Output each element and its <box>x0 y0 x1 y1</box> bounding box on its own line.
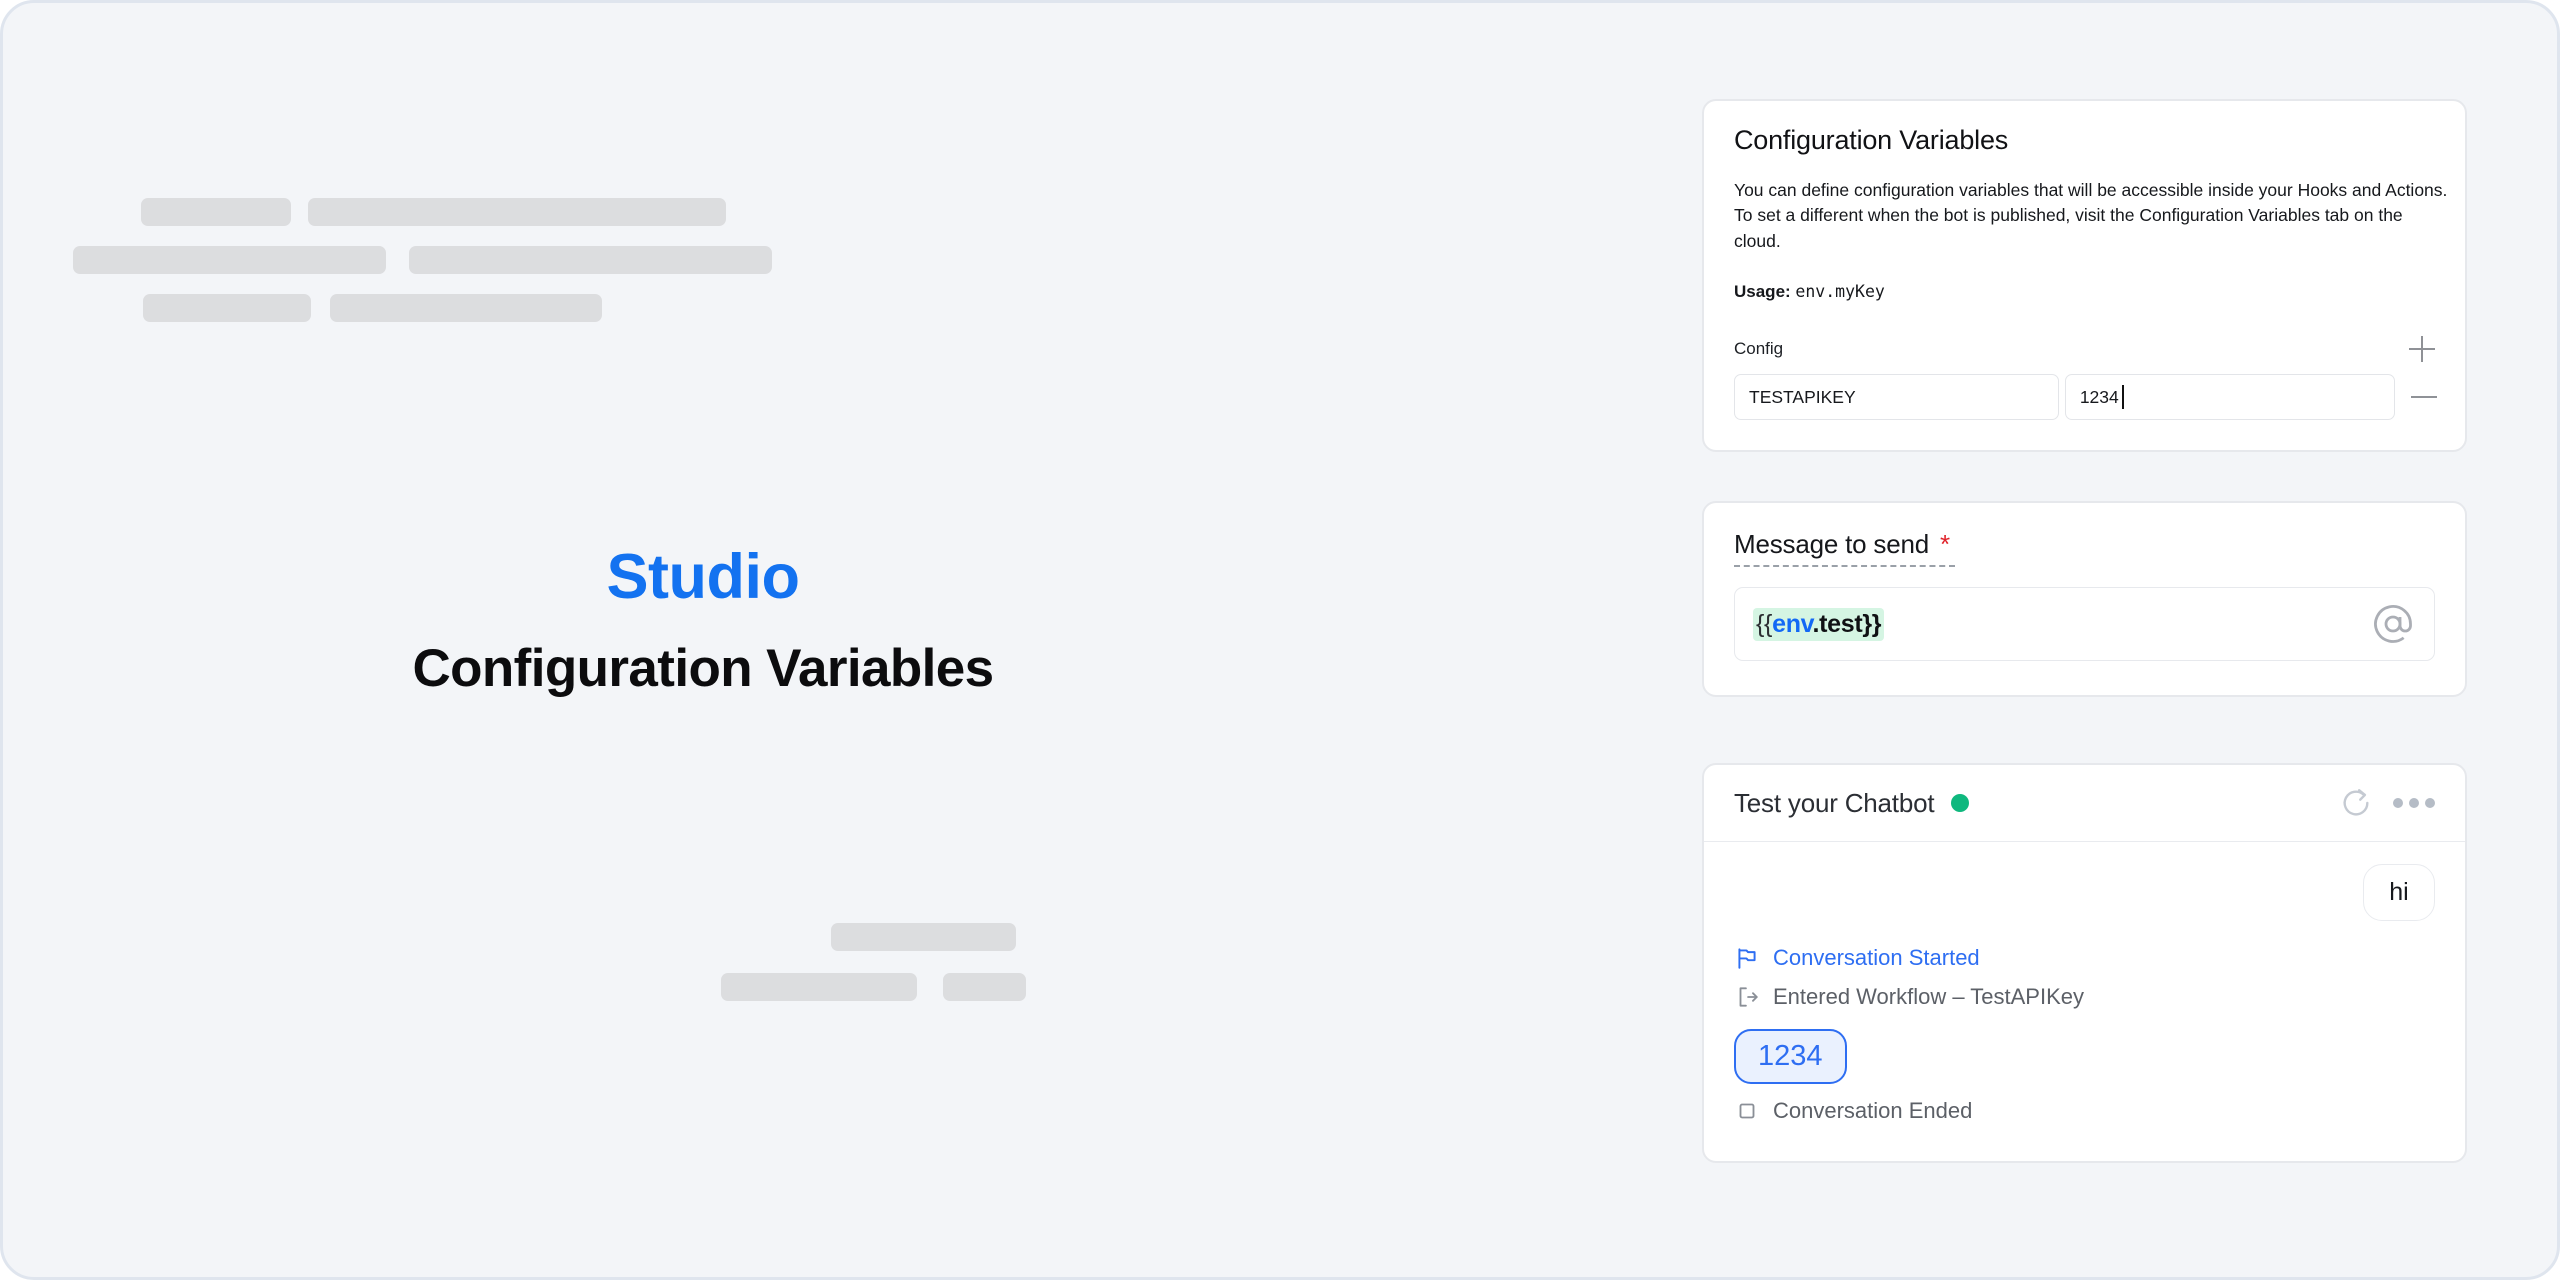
chat-title: Test your Chatbot <box>1734 787 1935 818</box>
chat-header: Test your Chatbot <box>1704 765 2465 842</box>
message-label-line: Message to send * <box>1734 529 1955 560</box>
skeleton-bar <box>143 294 311 322</box>
right-cards-panel: Configuration Variables You can define c… <box>1397 3 2557 1277</box>
dot <box>2409 798 2419 808</box>
refresh-icon[interactable] <box>2339 786 2373 820</box>
skeleton-bar <box>721 973 917 1001</box>
stop-square-icon <box>1734 1098 1760 1124</box>
bot-message-bubble: 1234 <box>1734 1029 1847 1084</box>
usage-label: Usage: <box>1734 282 1791 302</box>
config-value-input[interactable] <box>2064 374 2395 421</box>
skeleton-row <box>73 246 793 274</box>
chat-actions <box>2339 786 2435 820</box>
skeleton-bar <box>943 973 1026 1001</box>
token-suffix: .test}} <box>1812 609 1882 638</box>
skeleton-row <box>721 923 1081 951</box>
promo-eyebrow: Studio <box>606 542 800 612</box>
test-chatbot-card: Test your Chatbot hi Conversation Starte… <box>1702 763 2467 1163</box>
token-variable: env <box>1772 609 1813 638</box>
skeleton-bar <box>73 246 386 274</box>
skeleton-row <box>721 973 1081 1001</box>
skeleton-bar <box>409 246 772 274</box>
log-text: Conversation Started <box>1773 945 1980 970</box>
skeleton-bar <box>330 294 602 322</box>
log-text: Entered Workflow – TestAPIKey <box>1773 984 2084 1009</box>
dot <box>2425 798 2435 808</box>
workflow-enter-icon <box>1734 984 1760 1010</box>
minus-icon[interactable] <box>2410 384 2438 410</box>
user-message-bubble: hi <box>2363 864 2435 921</box>
message-input[interactable]: {{env.test}} <box>1734 587 2435 661</box>
skeleton-row <box>73 294 793 322</box>
config-section-header: Config <box>1734 336 2435 363</box>
log-conversation-ended: Conversation Ended <box>1734 1098 2435 1124</box>
skeleton-placeholder-bottom <box>721 923 1081 1023</box>
required-asterisk: * <box>1940 529 1951 559</box>
message-label: Message to send <box>1734 529 1930 559</box>
message-label-wrap: Message to send * <box>1734 529 1955 567</box>
config-section-label: Config <box>1734 339 1784 359</box>
more-options-icon[interactable] <box>2393 798 2435 808</box>
promo-title-block: Studio Configuration Variables <box>3 542 1403 699</box>
config-row <box>1734 374 2438 421</box>
usage-line: Usage: env.myKey <box>1734 282 2435 302</box>
screenshot-canvas: Studio Configuration Variables Configura… <box>0 0 2560 1280</box>
configuration-variables-card: Configuration Variables You can define c… <box>1702 99 2467 453</box>
skeleton-bar <box>141 198 291 226</box>
config-key-input[interactable] <box>1734 374 2059 421</box>
promo-title: Configuration Variables <box>412 639 994 699</box>
at-sign-icon[interactable] <box>2372 603 2414 645</box>
skeleton-bar <box>308 198 726 226</box>
usage-code: env.myKey <box>1795 282 1885 302</box>
log-text: Conversation Ended <box>1773 1098 1973 1123</box>
skeleton-row <box>73 198 793 226</box>
text-caret <box>2122 385 2124 410</box>
left-promo-panel: Studio Configuration Variables <box>3 3 1403 1277</box>
plus-icon[interactable] <box>2409 336 2435 363</box>
online-status-dot <box>1951 794 1970 812</box>
skeleton-bar <box>831 923 1016 951</box>
skeleton-placeholder-top <box>73 198 793 342</box>
log-conversation-started[interactable]: Conversation Started <box>1734 945 2435 971</box>
chat-message-row: hi <box>1734 864 2435 921</box>
label-dotted-underline <box>1734 565 1955 567</box>
variable-token: {{env.test}} <box>1753 607 1885 641</box>
flag-icon <box>1734 945 1760 971</box>
config-value-wrap <box>2064 374 2395 421</box>
log-entered-workflow: Entered Workflow – TestAPIKey <box>1734 984 2435 1010</box>
dot <box>2393 798 2403 808</box>
token-prefix: {{ <box>1756 609 1773 638</box>
bot-reply-row: 1234 <box>1734 1023 2435 1098</box>
chat-title-wrap: Test your Chatbot <box>1734 787 1970 819</box>
card-description: You can define configuration variables t… <box>1734 180 2448 251</box>
chat-body: hi Conversation Started Entered Workflow… <box>1704 842 2465 1161</box>
message-to-send-card: Message to send * {{env.test}} <box>1702 501 2467 697</box>
card-title: Configuration Variables <box>1734 125 2009 155</box>
